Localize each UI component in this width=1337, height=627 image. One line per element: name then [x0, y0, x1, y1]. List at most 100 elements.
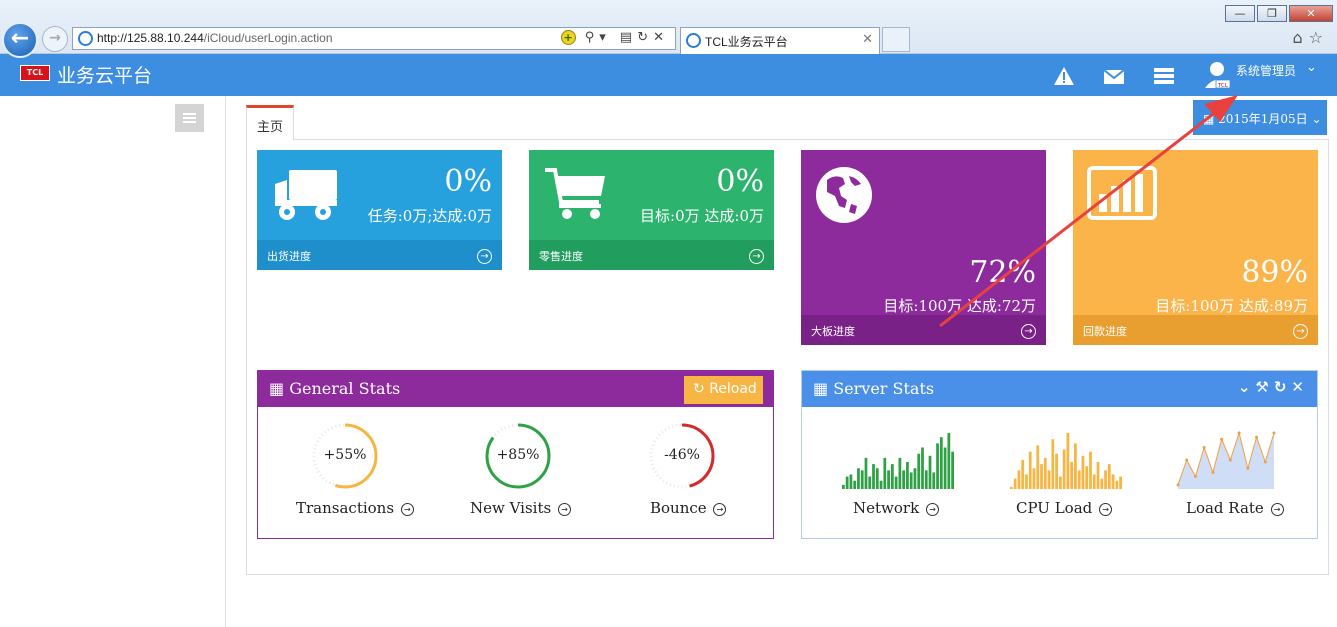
arrow-circle-right-icon[interactable]: →	[477, 249, 492, 264]
sparkline-bar	[1013, 478, 1017, 489]
menu-icon-bar	[183, 121, 196, 123]
svg-text:TCL: TCL	[1217, 83, 1229, 89]
sparkline-bar	[879, 480, 883, 489]
date-range-button[interactable]: ▦ 2015年1月05日 ⌄	[1193, 100, 1327, 135]
restore-button[interactable]: ❐	[1257, 5, 1287, 22]
gauge-label-text: New Visits	[470, 499, 552, 517]
sparkline-label-text: Network	[853, 499, 920, 517]
arrow-circle-right-icon[interactable]: →	[1270, 503, 1284, 516]
sparkline-bar	[1089, 451, 1092, 489]
browser-tab[interactable]: TCL业务云平台 ✕	[680, 27, 880, 54]
home-icon[interactable]: ⌂	[1293, 28, 1309, 47]
close-icon[interactable]: ✕	[1291, 378, 1309, 396]
ie-icon	[78, 31, 93, 46]
tile-retail[interactable]: 0% 目标:0万 达成:0万 零售进度 →	[529, 150, 774, 270]
tile-shipment[interactable]: 0% 任务:0万;达成:0万 出货进度 →	[257, 150, 502, 270]
arrow-circle-right-icon[interactable]: →	[400, 503, 414, 516]
sparkline-bar	[1043, 457, 1047, 489]
sparkline-bar	[917, 453, 921, 489]
tile-percent: 0%	[444, 164, 492, 199]
tile-panel[interactable]: 72% 目标:100万 达成:72万 大板进度 →	[801, 150, 1046, 345]
minimize-button[interactable]: —	[1225, 5, 1255, 22]
search-icon[interactable]: ⚲	[585, 30, 600, 45]
sparkline-bar	[1096, 462, 1100, 489]
tile-footer[interactable]: 出货进度 →	[257, 240, 502, 270]
arrow-circle-right-icon[interactable]: →	[1099, 503, 1113, 516]
tile-footer[interactable]: 回款进度 →	[1073, 315, 1318, 345]
gauge-label-text: Bounce	[650, 499, 707, 517]
refresh-icon[interactable]: ↻	[637, 30, 653, 45]
sparkline-label[interactable]: Network →	[853, 499, 939, 517]
menu-icon-bar	[183, 117, 196, 119]
stop-icon[interactable]: ✕	[653, 30, 669, 45]
sparkline-bar	[887, 470, 890, 489]
tab-title: TCL业务云平台	[705, 35, 788, 49]
address-tools: + ⚲▾ ▤↻✕	[560, 30, 669, 45]
user-name[interactable]: 系统管理员	[1236, 62, 1296, 79]
forward-button[interactable]: →	[42, 26, 68, 52]
sparkline-bar	[913, 468, 917, 489]
arrow-circle-right-icon[interactable]: →	[925, 503, 939, 516]
date-label: 2015年1月05日	[1218, 112, 1308, 126]
arrow-circle-right-icon[interactable]: →	[749, 249, 764, 264]
refresh-icon[interactable]: ↻	[1274, 378, 1292, 396]
close-icon[interactable]: ✕	[862, 32, 873, 47]
sparkline-point	[1255, 435, 1259, 439]
widget-title: Server Stats	[833, 379, 935, 398]
sparkline-bar	[1047, 470, 1051, 489]
sparkline-bar	[1074, 443, 1077, 489]
tile-payment[interactable]: 89% 目标:100万 达成:89万 回款进度 →	[1073, 150, 1318, 345]
cart-icon	[545, 168, 605, 219]
tile-percent: 72%	[969, 255, 1036, 290]
menu-icon-bar	[183, 113, 196, 115]
tile-footer[interactable]: 大板进度 →	[801, 315, 1046, 345]
tile-detail: 任务:0万;达成:0万	[367, 207, 492, 225]
arrow-circle-right-icon[interactable]: →	[1293, 324, 1308, 339]
globe-icon	[816, 167, 872, 223]
refresh-icon: ↻	[693, 381, 710, 397]
arrow-circle-right-icon[interactable]: →	[557, 503, 571, 516]
gauge: +85%	[483, 421, 553, 491]
sparkline-bar	[1040, 464, 1043, 489]
new-tab-button[interactable]	[882, 27, 910, 52]
compat-view-icon[interactable]: +	[560, 30, 576, 45]
sparkline-bar	[1025, 474, 1028, 489]
gauge-label[interactable]: New Visits →	[470, 499, 571, 517]
sparkline-bar	[1077, 470, 1081, 489]
envelope-icon[interactable]	[1103, 66, 1125, 86]
chevron-down-icon[interactable]: ⌄	[1238, 378, 1256, 396]
reload-button[interactable]: ↻ Reload	[684, 376, 763, 404]
chevron-down-icon[interactable]: ⌄	[1306, 60, 1317, 75]
tile-percent: 0%	[716, 164, 764, 199]
tile-footer[interactable]: 零售进度 →	[529, 240, 774, 270]
warning-icon[interactable]	[1053, 66, 1075, 86]
sidebar-toggle-button[interactable]	[175, 104, 204, 132]
favorites-icon[interactable]: ☆	[1309, 28, 1329, 47]
sparkline-label[interactable]: Load Rate →	[1186, 499, 1284, 517]
sparkline-label-text: CPU Load	[1016, 499, 1093, 517]
arrow-circle-right-icon[interactable]: →	[713, 503, 727, 516]
close-window-button[interactable]: ✕	[1289, 5, 1333, 22]
browser-icons: ⌂☆	[1293, 28, 1330, 47]
back-button[interactable]: ←	[2, 22, 38, 58]
sparkline-bar	[842, 484, 845, 489]
window-controls: — ❐ ✕	[1223, 2, 1333, 22]
address-bar[interactable]: http://125.88.10.244/iCloud/userLogin.ac…	[72, 27, 676, 50]
page-icon[interactable]: ▤	[620, 30, 637, 45]
arrow-circle-right-icon[interactable]: →	[1021, 324, 1036, 339]
gauge-label-text: Transactions	[296, 499, 395, 517]
url-path: /iCloud/userLogin.action	[203, 31, 333, 45]
avatar[interactable]: TCL	[1203, 60, 1231, 90]
sparkline-label[interactable]: CPU Load →	[1016, 499, 1113, 517]
tab-home[interactable]: 主页	[246, 105, 294, 140]
tile-detail: 目标:100万 达成:72万	[883, 297, 1036, 315]
server-icon[interactable]	[1153, 66, 1175, 86]
sparkline-bar	[857, 468, 860, 489]
gauge-label[interactable]: Transactions →	[296, 499, 414, 517]
sparkline-point	[1228, 458, 1232, 462]
gauge-label[interactable]: Bounce →	[650, 499, 727, 517]
sparkline-point	[1272, 431, 1276, 435]
sparkline-point	[1185, 458, 1189, 462]
wrench-icon[interactable]: ⚒	[1255, 378, 1273, 396]
sparkline-bar	[1036, 445, 1040, 489]
